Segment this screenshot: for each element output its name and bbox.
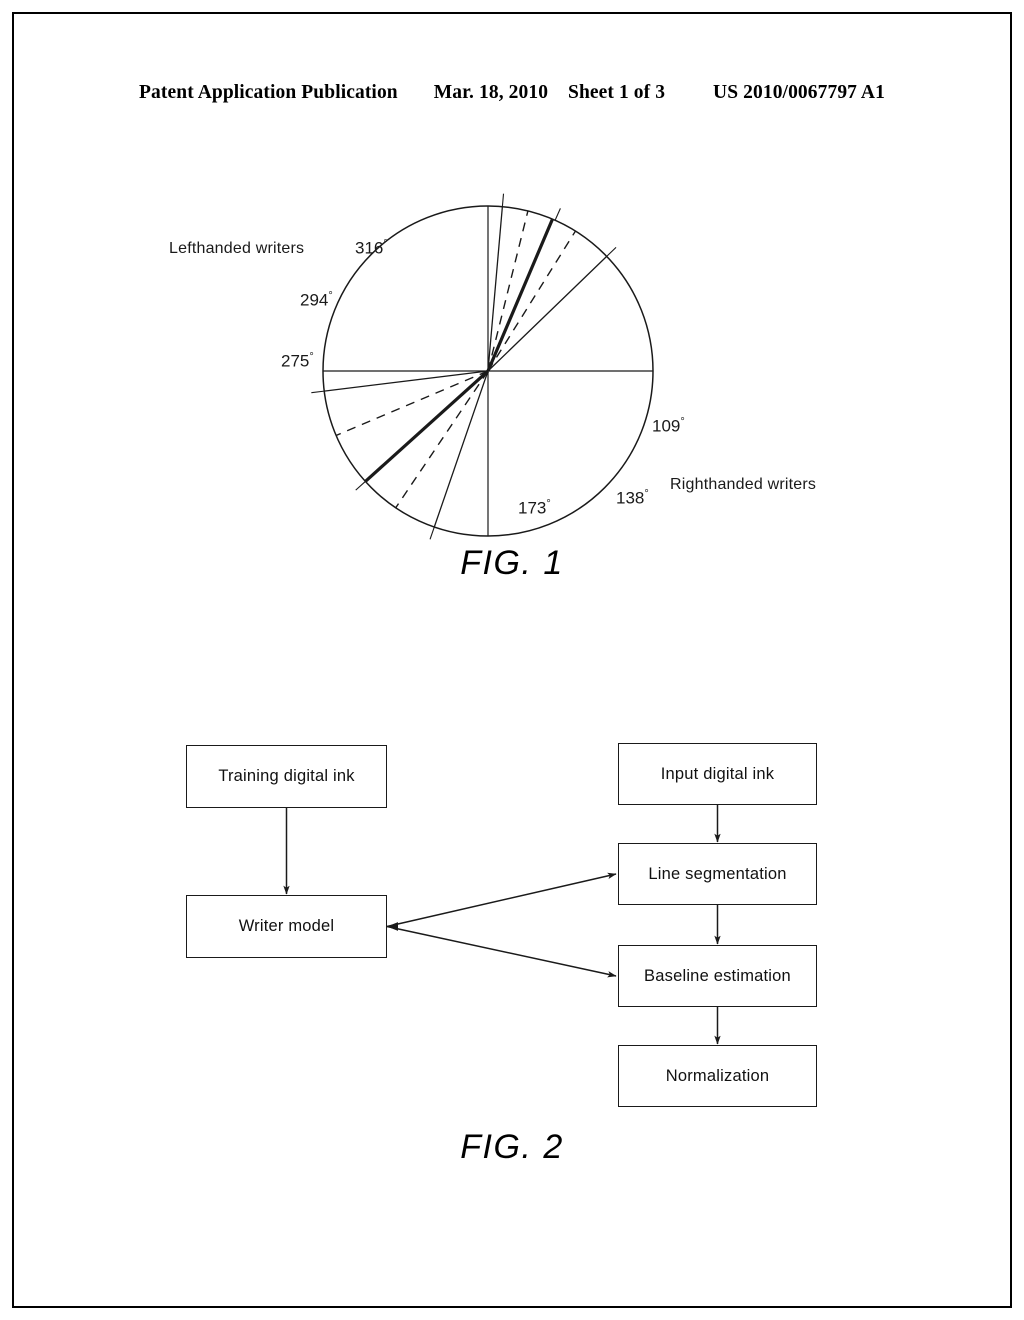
flow-box-label: Normalization bbox=[665, 1066, 770, 1085]
flow-box-line-segmentation: Line segmentation bbox=[618, 843, 817, 905]
angle-label-173: 173° bbox=[518, 498, 551, 518]
header-patent-number: US 2010/0067797 A1 bbox=[713, 82, 885, 103]
flow-box-normalization: Normalization bbox=[618, 1045, 817, 1107]
angle-label-316: 316° bbox=[355, 238, 388, 258]
flow-box-label: Input digital ink bbox=[660, 764, 775, 783]
angle-label-294: 294° bbox=[300, 290, 333, 310]
header-date: Mar. 18, 2010 bbox=[433, 82, 549, 103]
flow-box-label: Writer model bbox=[238, 917, 335, 935]
righthanded-writers-label: Righthanded writers bbox=[670, 476, 817, 493]
angle-label-138: 138° bbox=[616, 488, 649, 508]
flow-box-label: Baseline estimation bbox=[644, 966, 791, 985]
flow-box-input-digital-ink: Input digital ink bbox=[618, 743, 817, 805]
running-head: Patent Application Publication Mar. 18, … bbox=[0, 82, 1024, 104]
figure-1-caption: FIG. 1 bbox=[460, 544, 564, 582]
header-publication: Patent Application Publication bbox=[139, 82, 398, 103]
flow-box-baseline-estimation: Baseline estimation bbox=[618, 945, 817, 1007]
flow-box-label: Training digital ink bbox=[218, 767, 355, 785]
lefthanded-writers-label: Lefthanded writers bbox=[169, 240, 305, 257]
angle-label-275: 275° bbox=[281, 351, 314, 371]
flow-box-writer-model: Writer model bbox=[186, 895, 387, 958]
figure-2-caption: FIG. 2 bbox=[460, 1128, 564, 1166]
header-sheet: Sheet 1 of 3 bbox=[568, 82, 666, 103]
angle-label-109: 109° bbox=[652, 416, 685, 436]
flow-box-training-digital-ink: Training digital ink bbox=[186, 745, 387, 808]
flow-box-label: Line segmentation bbox=[648, 864, 787, 883]
